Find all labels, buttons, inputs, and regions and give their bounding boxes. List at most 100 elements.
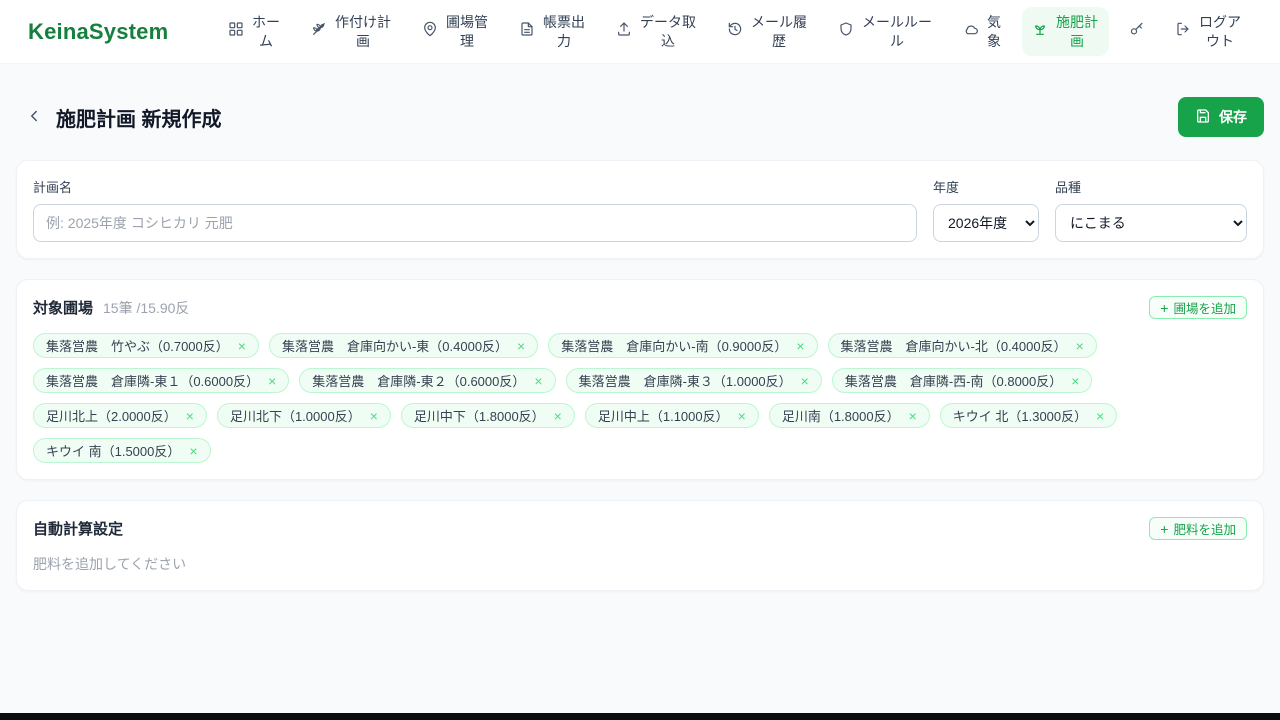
field-tag: 足川北下（1.0000反） × <box>216 403 391 428</box>
year-label: 年度 <box>933 180 960 195</box>
remove-tag-icon[interactable]: × <box>268 374 276 388</box>
upload-icon <box>616 21 632 41</box>
field-tag-label: キウイ 南（1.5000反） <box>46 444 181 459</box>
field-tag: 集落営農 倉庫隣-西-南（0.8000反） × <box>831 368 1093 393</box>
field-tag: 集落営農 倉庫向かい-東（0.4000反） × <box>268 333 539 358</box>
field-tag-label: 集落営農 倉庫隣-西-南（0.8000反） <box>844 374 1063 389</box>
remove-tag-icon[interactable]: × <box>186 409 194 423</box>
target-fields-summary: 15筆 /15.90反 <box>103 299 190 316</box>
nav-item-home[interactable]: ホーム <box>218 7 291 55</box>
target-fields-title: 対象圃場 <box>33 300 94 317</box>
nav-item-label: メール履歴 <box>751 14 807 49</box>
auto-calc-title: 自動計算設定 <box>33 521 124 538</box>
remove-tag-icon[interactable]: × <box>554 409 562 423</box>
nav-item-field-management[interactable]: 圃場管理 <box>412 7 499 55</box>
year-field-group: 年度 2026年度 <box>933 177 1039 242</box>
nav-item-label: メールルール <box>862 14 932 49</box>
add-fertilizer-button[interactable]: + 肥料を追加 <box>1149 517 1247 540</box>
sprout-icon <box>1032 21 1048 41</box>
field-tag: 集落営農 竹やぶ（0.7000反） × <box>33 333 259 358</box>
chevron-left-icon <box>25 107 43 128</box>
nav-item-mail-rules[interactable]: メールルール <box>828 7 943 55</box>
field-tag-label: 足川北下（1.0000反） <box>229 409 361 424</box>
add-field-button[interactable]: + 圃場を追加 <box>1149 296 1247 319</box>
remove-tag-icon[interactable]: × <box>1076 339 1084 353</box>
field-tag-list: 集落営農 竹やぶ（0.7000反） × 集落営農 倉庫向かい-東（0.4000反）… <box>33 333 1247 463</box>
plan-name-label: 計画名 <box>33 180 73 195</box>
remove-tag-icon[interactable]: × <box>909 409 917 423</box>
add-fertilizer-button-label: 肥料を追加 <box>1173 523 1236 537</box>
field-tag: キウイ 南（1.5000反） × <box>33 438 211 463</box>
year-select[interactable]: 2026年度 <box>933 204 1039 242</box>
back-button[interactable] <box>20 103 48 131</box>
document-icon <box>519 21 535 41</box>
plus-icon: + <box>1160 299 1169 316</box>
plan-name-input[interactable] <box>33 204 917 242</box>
top-navigation: KeinaSystem ホーム 作付け計画 圃場管理 帳票出力 データ取込 メー… <box>0 0 1280 64</box>
field-tag: キウイ 北（1.3000反） × <box>939 403 1118 428</box>
nav-item-logout[interactable]: ログアウト <box>1165 7 1252 55</box>
plan-name-field-group: 計画名 <box>33 177 917 242</box>
nav-item-data-import[interactable]: データ取込 <box>606 7 707 55</box>
remove-tag-icon[interactable]: × <box>1071 374 1079 388</box>
nav-item-label: 施肥計画 <box>1056 14 1098 49</box>
variety-label: 品種 <box>1055 180 1082 195</box>
remove-tag-icon[interactable]: × <box>370 409 378 423</box>
field-tag-label: 集落営農 倉庫隣-東１（0.6000反） <box>46 374 260 389</box>
auto-calc-card: 自動計算設定 + 肥料を追加 肥料を追加してください <box>16 500 1264 591</box>
remove-tag-icon[interactable]: × <box>801 374 809 388</box>
target-fields-card: 対象圃場 15筆 /15.90反 + 圃場を追加 集落営農 竹やぶ（0.7000… <box>16 279 1264 480</box>
nav-item-report-output[interactable]: 帳票出力 <box>509 7 596 55</box>
bottom-bar <box>0 713 1280 720</box>
page-title: 施肥計画 新規作成 <box>56 108 222 131</box>
nav-item-label: 作付け計画 <box>335 14 391 49</box>
field-tag-label: 集落営農 倉庫隣-東３（1.0000反） <box>578 374 792 389</box>
nav-items: ホーム 作付け計画 圃場管理 帳票出力 データ取込 メール履歴 メールルール 気… <box>218 7 1252 56</box>
field-tag-label: 足川中下（1.8000反） <box>413 409 545 424</box>
remove-tag-icon[interactable]: × <box>796 339 804 353</box>
field-tag: 足川南（1.8000反） × <box>768 403 930 428</box>
field-tag: 集落営農 倉庫隣-東２（0.6000反） × <box>299 368 556 393</box>
nav-item-label: ホーム <box>252 14 280 49</box>
field-tag-label: 集落営農 倉庫向かい-北（0.4000反） <box>840 339 1067 354</box>
save-button[interactable]: 保存 <box>1178 97 1264 137</box>
remove-tag-icon[interactable]: × <box>1096 409 1104 423</box>
nav-item-weather[interactable]: 気象 <box>953 7 1012 55</box>
save-button-label: 保存 <box>1219 109 1247 125</box>
field-tag: 集落営農 倉庫向かい-南（0.9000反） × <box>548 333 818 358</box>
cloud-icon <box>963 21 979 41</box>
remove-tag-icon[interactable]: × <box>534 374 542 388</box>
field-tag-label: 集落営農 竹やぶ（0.7000反） <box>46 339 229 354</box>
remove-tag-icon[interactable]: × <box>738 409 746 423</box>
field-tag: 足川中下（1.8000反） × <box>400 403 575 428</box>
main-content: 計画名 年度 2026年度 品種 にこまる 対象圃場 15筆 /15.90反 <box>16 160 1264 591</box>
save-icon <box>1195 108 1211 127</box>
variety-field-group: 品種 にこまる <box>1055 177 1247 242</box>
field-tag: 足川中上（1.1000反） × <box>584 403 759 428</box>
remove-tag-icon[interactable]: × <box>517 339 525 353</box>
logout-icon <box>1175 21 1191 41</box>
field-tag: 集落営農 倉庫隣-東３（1.0000反） × <box>565 368 822 393</box>
variety-select[interactable]: にこまる <box>1055 204 1247 242</box>
field-tag-label: 足川南（1.8000反） <box>781 409 900 424</box>
remove-tag-icon[interactable]: × <box>238 339 246 353</box>
fertilizer-empty-message: 肥料を追加してください <box>33 556 187 572</box>
remove-tag-icon[interactable]: × <box>189 444 197 458</box>
map-pin-icon <box>422 21 438 41</box>
history-icon <box>727 21 743 41</box>
wheat-icon <box>311 21 327 41</box>
add-field-button-label: 圃場を追加 <box>1173 302 1236 316</box>
nav-item-label: データ取込 <box>640 14 696 49</box>
nav-item-label: 帳票出力 <box>543 14 585 49</box>
nav-item-fertilization-plan[interactable]: 施肥計画 <box>1022 7 1109 56</box>
field-tag: 足川北上（2.0000反） × <box>33 403 207 428</box>
nav-item-key[interactable] <box>1119 15 1155 47</box>
nav-item-planting-plan[interactable]: 作付け計画 <box>301 7 402 55</box>
nav-item-mail-history[interactable]: メール履歴 <box>717 7 818 55</box>
field-tag-label: 足川北上（2.0000反） <box>46 409 177 424</box>
field-tag-label: 集落営農 倉庫向かい-南（0.9000反） <box>561 339 788 354</box>
page-header: 施肥計画 新規作成 保存 <box>20 97 1264 137</box>
brand-logo[interactable]: KeinaSystem <box>28 19 168 45</box>
key-icon <box>1129 21 1145 41</box>
field-tag-label: 集落営農 倉庫隣-東２（0.6000反） <box>312 374 526 389</box>
